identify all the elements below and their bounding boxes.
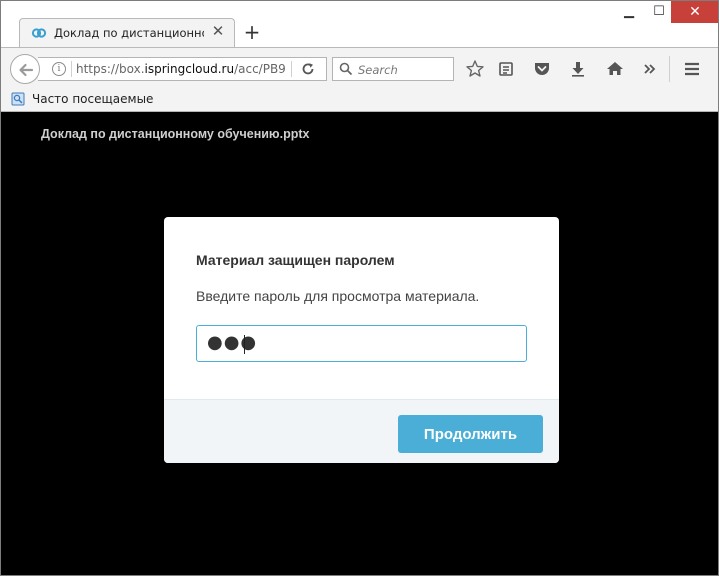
- close-window-icon[interactable]: ✕: [671, 1, 718, 23]
- back-arrow-icon: [19, 63, 34, 77]
- document-title: Доклад по дистанционному обучению.pptx: [41, 127, 310, 141]
- search-box[interactable]: Search: [332, 57, 454, 81]
- tab-document[interactable]: Доклад по дистанционно... ✕: [19, 18, 235, 47]
- address-bar[interactable]: i https://box.ispringcloud.ru/acc/PB9: [38, 57, 327, 81]
- most-visited-folder-icon: [11, 92, 25, 106]
- site-info-icon[interactable]: i: [52, 62, 66, 76]
- home-icon[interactable]: [604, 58, 626, 80]
- password-value: ●●●: [207, 332, 258, 353]
- reading-list-icon[interactable]: [495, 58, 517, 80]
- menu-hamburger-icon[interactable]: [681, 58, 703, 80]
- bookmark-most-visited[interactable]: Часто посещаемые: [32, 92, 153, 106]
- ispring-logo-icon: [31, 28, 47, 38]
- download-icon[interactable]: [567, 58, 589, 80]
- bookmark-star-icon[interactable]: [464, 58, 486, 80]
- password-input[interactable]: ●●●: [196, 325, 527, 362]
- tab-strip: Доклад по дистанционно... ✕ + ▁ ☐ ✕: [1, 1, 718, 47]
- text-caret: [244, 335, 245, 354]
- url-text[interactable]: https://box.ispringcloud.ru/acc/PB9: [76, 62, 290, 76]
- back-button[interactable]: [10, 54, 40, 84]
- navigation-toolbar: i https://box.ispringcloud.ru/acc/PB9 Se…: [1, 47, 718, 87]
- toolbar-divider: [669, 56, 670, 82]
- dialog-title: Материал защищен паролем: [196, 252, 395, 268]
- dialog-footer: Продолжить: [164, 399, 559, 463]
- search-placeholder: Search: [358, 63, 398, 77]
- dialog-message: Введите пароль для просмотра материала.: [196, 288, 480, 304]
- tab-title: Доклад по дистанционно...: [54, 26, 204, 40]
- new-tab-button[interactable]: +: [241, 21, 263, 43]
- pocket-icon[interactable]: [531, 58, 553, 80]
- password-dialog: Материал защищен паролем Введите пароль …: [164, 217, 559, 463]
- url-divider: [71, 61, 72, 77]
- tab-close-icon[interactable]: ✕: [209, 22, 227, 40]
- minimize-icon[interactable]: ▁: [613, 1, 645, 23]
- reload-icon[interactable]: [300, 61, 316, 77]
- bookmarks-toolbar: Часто посещаемые: [1, 87, 718, 112]
- browser-window: Доклад по дистанционно... ✕ + ▁ ☐ ✕ i ht…: [0, 0, 719, 576]
- url-divider: [291, 61, 292, 77]
- continue-button[interactable]: Продолжить: [398, 415, 543, 453]
- search-icon: [339, 62, 353, 76]
- overflow-chevron-icon[interactable]: [639, 58, 661, 80]
- page-content: Доклад по дистанционному обучению.pptx М…: [8, 112, 711, 567]
